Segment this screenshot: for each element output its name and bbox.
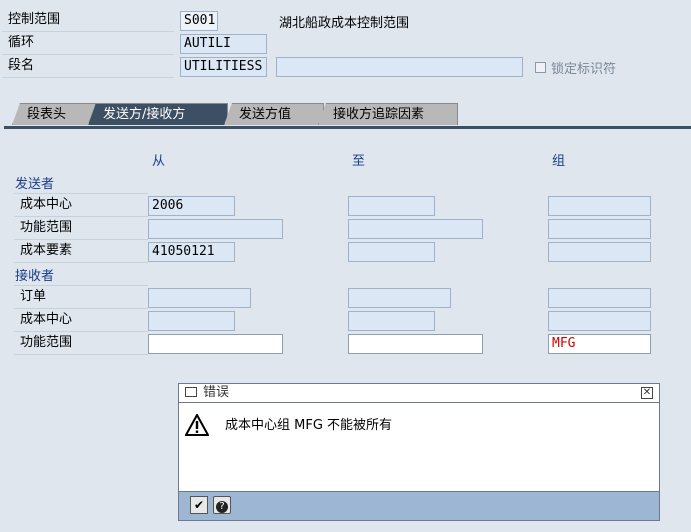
receiver-order-to[interactable] <box>348 288 451 308</box>
receiver-functional-area-label: 功能范围 <box>20 335 73 350</box>
divider <box>14 239 148 240</box>
receiver-cost-center-label: 成本中心 <box>20 312 73 327</box>
lock-checkbox[interactable] <box>535 62 546 73</box>
divider <box>14 193 148 194</box>
control-area-label: 控制范围 <box>8 12 61 27</box>
sender-cost-center-to[interactable] <box>348 196 435 216</box>
help-icon[interactable]: ? <box>213 496 231 514</box>
control-area-field[interactable]: S001 <box>180 11 218 31</box>
divider <box>14 331 148 332</box>
segment-field[interactable]: UTILITIESS <box>180 57 267 77</box>
sender-functional-area-to[interactable] <box>348 219 483 239</box>
error-dialog-footer: ✔ ? <box>179 491 659 520</box>
sender-functional-area-group[interactable] <box>548 219 651 239</box>
sender-cost-element-to[interactable] <box>348 242 435 262</box>
divider <box>14 354 148 355</box>
sender-functional-area-from[interactable] <box>148 219 283 239</box>
sender-section-title: 发送者 <box>15 177 55 192</box>
tab-bar: 段表头 发送方/接收方 发送方值 接收方追踪因素 <box>0 103 691 127</box>
cycle-label: 循环 <box>8 35 35 50</box>
receiver-functional-area-to[interactable] <box>348 334 483 354</box>
receiver-cost-center-group[interactable] <box>548 311 651 331</box>
check-icon[interactable]: ✔ <box>190 496 208 514</box>
close-icon[interactable]: ✕ <box>641 387 653 399</box>
divider <box>14 285 148 286</box>
error-dialog: 错误 ✕ 成本中心组 MFG 不能被所有 ✔ ? <box>178 383 660 521</box>
sender-cost-center-label: 成本中心 <box>20 197 73 212</box>
tab-sender-receiver[interactable]: 发送方/接收方 <box>88 103 228 125</box>
cycle-field[interactable]: AUTILI <box>180 34 267 54</box>
divider <box>14 262 148 263</box>
receiver-section-title: 接收者 <box>15 269 55 284</box>
receiver-order-from[interactable] <box>148 288 251 308</box>
divider <box>14 216 148 217</box>
tab-receiver-tracing[interactable]: 接收方追踪因素 <box>318 103 458 125</box>
divider <box>14 308 148 309</box>
dialog-window-icon <box>185 387 197 397</box>
lock-label: 锁定标识符 <box>551 62 617 77</box>
error-message: 成本中心组 MFG 不能被所有 <box>225 418 393 433</box>
sender-cost-element-label: 成本要素 <box>20 243 73 258</box>
sender-cost-center-group[interactable] <box>548 196 651 216</box>
column-group-header: 组 <box>552 154 566 169</box>
receiver-functional-area-from[interactable] <box>148 334 283 354</box>
warning-icon <box>184 412 210 440</box>
segment-description-field[interactable] <box>276 57 523 77</box>
receiver-order-label: 订单 <box>20 289 47 304</box>
error-dialog-titlebar: 错误 ✕ <box>179 384 659 403</box>
sender-cost-element-from[interactable]: 41050121 <box>148 242 235 262</box>
error-dialog-title: 错误 <box>203 385 230 400</box>
tab-segment-header[interactable]: 段表头 <box>12 103 96 125</box>
receiver-functional-area-group[interactable]: MFG <box>548 334 651 354</box>
tab-sender-values[interactable]: 发送方值 <box>224 103 324 125</box>
control-area-description: 湖北船政成本控制范围 <box>279 16 410 31</box>
column-to-header: 至 <box>352 154 366 169</box>
receiver-cost-center-from[interactable] <box>148 311 235 331</box>
divider <box>2 77 174 78</box>
sender-cost-center-from[interactable]: 2006 <box>148 196 235 216</box>
column-from-header: 从 <box>152 154 166 169</box>
sender-cost-element-group[interactable] <box>548 242 651 262</box>
receiver-order-group[interactable] <box>548 288 651 308</box>
sender-functional-area-label: 功能范围 <box>20 220 73 235</box>
segment-label: 段名 <box>8 58 35 73</box>
receiver-cost-center-to[interactable] <box>348 311 435 331</box>
